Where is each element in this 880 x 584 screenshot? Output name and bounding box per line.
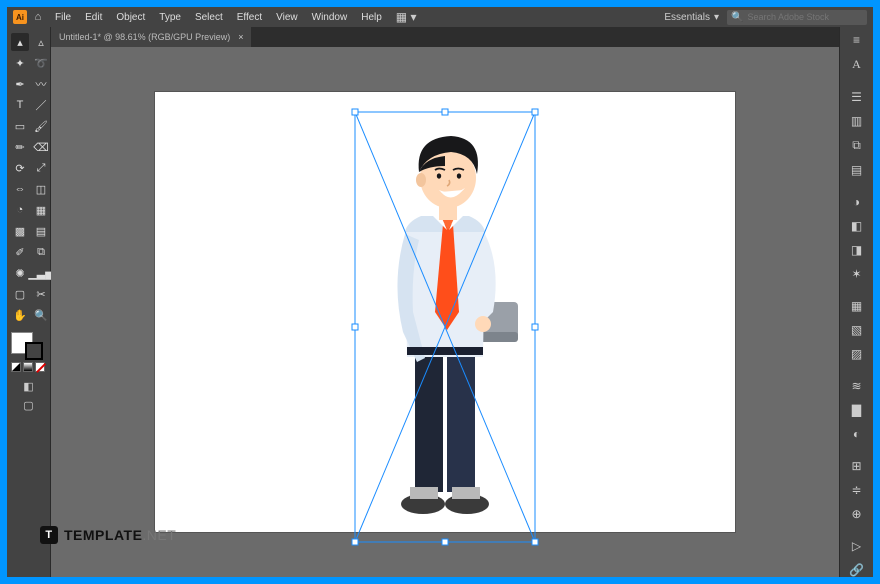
selection-tool[interactable]: ▴ bbox=[11, 33, 29, 51]
layers-panel-icon[interactable]: ☰ bbox=[846, 90, 868, 104]
artboards-panel-icon[interactable]: ▥ bbox=[846, 114, 868, 128]
fill-stroke-well[interactable] bbox=[11, 332, 45, 360]
graphic-styles-icon[interactable]: ◧ bbox=[846, 219, 868, 233]
color-mode-none-icon[interactable] bbox=[35, 362, 45, 372]
right-panel-dock: ≡ A ☰ ▥ ⧉ ▤ ◑ ◧ ◨ ✶ ▦ ▧ ▨ ≋ ▇ ◐ ⊞ ≑ ⊕ ▷ … bbox=[839, 27, 873, 577]
actions-panel-icon[interactable]: ▷ bbox=[846, 539, 868, 553]
hand-tool[interactable]: ✋ bbox=[11, 306, 29, 324]
libraries-panel-icon[interactable]: ▤ bbox=[846, 163, 868, 177]
menu-select[interactable]: Select bbox=[189, 10, 229, 25]
menu-file[interactable]: File bbox=[49, 10, 77, 25]
shaper-tool[interactable]: ✏ bbox=[11, 138, 29, 156]
menu-window[interactable]: Window bbox=[306, 10, 354, 25]
color-mode-gradient-icon[interactable] bbox=[23, 362, 33, 372]
paintbrush-tool[interactable]: 🖌 bbox=[32, 117, 50, 135]
artboard[interactable] bbox=[155, 92, 735, 532]
properties-panel-icon[interactable]: ≡ bbox=[846, 33, 868, 47]
menu-help[interactable]: Help bbox=[355, 10, 388, 25]
type-tool[interactable]: T bbox=[11, 96, 29, 114]
artboard-tool[interactable]: ▢ bbox=[11, 285, 29, 303]
home-icon[interactable]: ⌂ bbox=[29, 11, 47, 23]
column-graph-tool[interactable]: ▁▃▅ bbox=[32, 264, 50, 282]
watermark-badge-icon: T bbox=[40, 526, 58, 544]
document-tab-title: Untitled-1* @ 98.61% (RGB/GPU Preview) bbox=[59, 32, 230, 42]
screen-mode-icon[interactable]: ▢ bbox=[23, 399, 33, 412]
swatches-panel-icon[interactable]: ▦ bbox=[846, 299, 868, 313]
stroke-panel-icon[interactable]: ≋ bbox=[846, 379, 868, 393]
chevron-down-icon: ▾ bbox=[714, 12, 719, 23]
appearance-panel-icon[interactable]: ◑ bbox=[846, 195, 868, 209]
pathfinder-panel-icon[interactable]: ⊕ bbox=[846, 507, 868, 521]
eraser-tool[interactable]: ⌫ bbox=[32, 138, 50, 156]
tools-panel: ▴ ▵ ✦ ➰ ✒ 〰 T ／ ▭ 🖌 ✏ ⌫ ⟳ ⤢ ⇔ ◫ ◔ ▦ ▩ ▤ … bbox=[7, 27, 51, 577]
zoom-tool[interactable]: 🔍 bbox=[32, 306, 50, 324]
search-input[interactable] bbox=[747, 12, 863, 22]
watermark: T TEMPLATE.NET bbox=[40, 526, 176, 544]
links-panel-icon[interactable]: 🔗 bbox=[846, 563, 868, 577]
watermark-suffix: .NET bbox=[142, 527, 176, 543]
type-character-icon[interactable]: A bbox=[846, 57, 868, 72]
eyedropper-tool[interactable]: ✐ bbox=[11, 243, 29, 261]
arrange-documents-icon[interactable]: ▦ ▾ bbox=[396, 10, 417, 24]
lasso-tool[interactable]: ➰ bbox=[32, 54, 50, 72]
pen-tool[interactable]: ✒ bbox=[11, 75, 29, 93]
color-panel-icon[interactable]: ▧ bbox=[846, 323, 868, 337]
draw-mode-icon[interactable]: ◧ bbox=[23, 380, 33, 393]
canvas-area[interactable] bbox=[51, 47, 839, 577]
workspace-switcher[interactable]: Essentials ▾ bbox=[658, 10, 725, 25]
app-logo-icon: Ai bbox=[13, 10, 27, 24]
close-icon[interactable]: × bbox=[238, 32, 243, 42]
blend-tool[interactable]: ⧉ bbox=[32, 243, 50, 261]
workspace-label: Essentials bbox=[664, 12, 710, 23]
symbols-panel-icon[interactable]: ✶ bbox=[846, 267, 868, 281]
line-segment-tool[interactable]: ／ bbox=[32, 96, 50, 114]
rectangle-tool[interactable]: ▭ bbox=[11, 117, 29, 135]
gradient-panel-icon[interactable]: ▇ bbox=[846, 403, 868, 417]
slice-tool[interactable]: ✂ bbox=[32, 285, 50, 303]
direct-selection-tool[interactable]: ▵ bbox=[32, 33, 50, 51]
mesh-tool[interactable]: ▩ bbox=[11, 222, 29, 240]
width-tool[interactable]: ⇔ bbox=[11, 180, 29, 198]
curvature-tool[interactable]: 〰 bbox=[32, 75, 50, 93]
watermark-brand: TEMPLATE bbox=[64, 527, 142, 543]
document-tab-bar: Untitled-1* @ 98.61% (RGB/GPU Preview) × bbox=[51, 27, 839, 47]
color-mode-chips bbox=[11, 362, 46, 372]
color-mode-solid-icon[interactable] bbox=[11, 362, 21, 372]
stroke-color-chip[interactable] bbox=[25, 342, 43, 360]
menu-edit[interactable]: Edit bbox=[79, 10, 108, 25]
search-icon: 🔍 bbox=[731, 12, 743, 23]
menu-bar: Ai ⌂ File Edit Object Type Select Effect… bbox=[7, 7, 873, 27]
app-frame: Ai ⌂ File Edit Object Type Select Effect… bbox=[7, 7, 873, 577]
color-guide-icon[interactable]: ▨ bbox=[846, 347, 868, 361]
menu-effect[interactable]: Effect bbox=[231, 10, 268, 25]
perspective-grid-tool[interactable]: ▦ bbox=[32, 201, 50, 219]
align-panel-icon[interactable]: ≑ bbox=[846, 483, 868, 497]
transform-panel-icon[interactable]: ⊞ bbox=[846, 459, 868, 473]
selection-bounding-box[interactable] bbox=[355, 112, 535, 542]
document-tab[interactable]: Untitled-1* @ 98.61% (RGB/GPU Preview) × bbox=[51, 27, 251, 47]
rotate-tool[interactable]: ⟳ bbox=[11, 159, 29, 177]
asset-export-icon[interactable]: ⧉ bbox=[846, 138, 868, 153]
scale-tool[interactable]: ⤢ bbox=[32, 159, 50, 177]
search-stock[interactable]: 🔍 bbox=[727, 10, 867, 25]
menu-view[interactable]: View bbox=[270, 10, 304, 25]
free-transform-tool[interactable]: ◫ bbox=[32, 180, 50, 198]
menu-type[interactable]: Type bbox=[153, 10, 187, 25]
magic-wand-tool[interactable]: ✦ bbox=[11, 54, 29, 72]
symbol-sprayer-tool[interactable]: ✺ bbox=[11, 264, 29, 282]
brushes-panel-icon[interactable]: ◨ bbox=[846, 243, 868, 257]
gradient-tool[interactable]: ▤ bbox=[32, 222, 50, 240]
transparency-panel-icon[interactable]: ◐ bbox=[846, 427, 868, 441]
shape-builder-tool[interactable]: ◔ bbox=[11, 201, 29, 219]
menu-object[interactable]: Object bbox=[110, 10, 151, 25]
